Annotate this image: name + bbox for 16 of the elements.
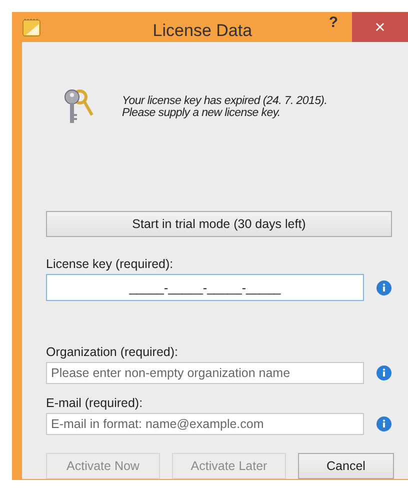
close-button[interactable]: × (352, 12, 408, 42)
window-title: License Data (152, 21, 254, 41)
help-button[interactable]: ? (322, 14, 344, 31)
field-label: Organization (required): (46, 345, 180, 359)
info-icon[interactable] (376, 280, 392, 296)
input-field[interactable]: E-mail in format: name@example.com (46, 413, 364, 435)
dialog-button[interactable]: Cancel (298, 453, 394, 479)
trial-mode-button[interactable]: Start in trial mode (30 days left) (46, 211, 392, 237)
input-field[interactable]: _____-_____-_____-_____ (46, 274, 364, 301)
input-field[interactable]: Please enter non-empty organization name (46, 362, 364, 384)
notepad-icon (22, 18, 42, 38)
info-icon[interactable] (376, 416, 392, 432)
field-label: License key (required): (46, 257, 174, 271)
expiry-message: Your license key has expired (24. 7. 2015). Please supply a new license key. (122, 95, 328, 119)
field-label: E-mail (required): (46, 396, 144, 410)
info-icon[interactable] (376, 365, 392, 381)
